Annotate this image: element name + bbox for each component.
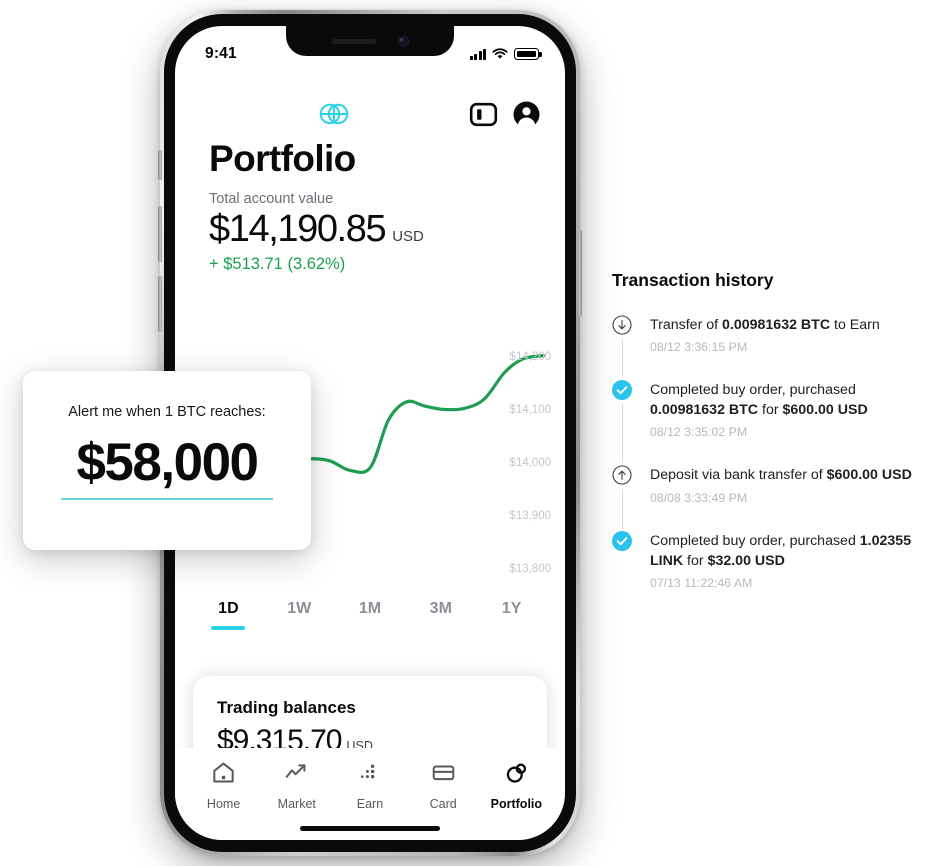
nav-item-card[interactable]: Card (407, 760, 479, 811)
wifi-icon (492, 48, 508, 59)
profile-avatar-icon[interactable] (512, 100, 541, 129)
dots-grid-icon (357, 760, 382, 790)
timeline-rail (621, 489, 623, 529)
arrow-down-circle-icon (612, 315, 632, 335)
timeline-rail (621, 339, 623, 379)
silent-switch[interactable] (158, 150, 162, 180)
transaction-history-title: Transaction history (612, 270, 774, 290)
total-account-value-label: Total account value (209, 191, 334, 207)
total-currency: USD (392, 228, 424, 245)
check-circle-icon (612, 530, 632, 551)
y-tick-0: $14,200 (509, 351, 551, 363)
transaction-history-panel: Transaction history Transfer of 0.009816… (612, 270, 932, 590)
range-tab-1y[interactable]: 1Y (476, 594, 547, 618)
brand-logo-icon (319, 103, 349, 125)
transaction-description: Transfer of 0.00981632 BTC to Earn (650, 317, 880, 333)
portfolio-header: Portfolio Total account value $14,190.85… (209, 138, 541, 274)
nav-label-portfolio: Portfolio (490, 797, 543, 811)
speaker-grille-icon (331, 38, 376, 44)
transaction-description: Completed buy order, purchased 1.02355 L… (650, 532, 912, 569)
status-icons (469, 48, 542, 60)
transaction-list: Transfer of 0.00981632 BTC to Earn 08/12 … (612, 315, 932, 590)
y-tick-4: $13,800 (509, 563, 551, 575)
nav-item-home[interactable]: Home (188, 760, 260, 811)
range-tab-1w[interactable]: 1W (264, 594, 335, 618)
credit-card-icon (431, 760, 456, 790)
transaction-item[interactable]: Completed buy order, purchased 1.02355 L… (612, 530, 932, 590)
trading-balances-title: Trading balances (217, 698, 356, 717)
home-indicator[interactable] (300, 826, 440, 831)
transaction-timestamp: 08/08 3:33:49 PM (650, 490, 748, 505)
transaction-item[interactable]: Transfer of 0.00981632 BTC to Earn 08/12 … (612, 315, 932, 379)
trend-arrow-icon (284, 760, 309, 790)
header-actions (469, 100, 541, 129)
transaction-timestamp: 07/13 11:22:46 AM (650, 575, 753, 590)
cellular-signal-icon (469, 48, 486, 60)
arrow-up-circle-icon (612, 465, 632, 486)
check-circle-icon (612, 380, 632, 401)
y-tick-2: $14,000 (509, 457, 551, 469)
transaction-timestamp: 08/12 3:36:15 PM (650, 340, 748, 355)
timeline-rail (621, 404, 623, 464)
page-title: Portfolio (209, 138, 356, 179)
transaction-description: Completed buy order, purchased 0.0098163… (650, 382, 868, 419)
nav-label-market: Market (277, 797, 316, 811)
nav-label-earn: Earn (356, 797, 384, 811)
app-header (175, 88, 565, 140)
screenshot-root: 9:41 Portfolio Total account value $14,1… (0, 0, 932, 866)
range-tab-1m[interactable]: 1M (335, 594, 406, 618)
account-change: + $513.71 (3.62%) (209, 255, 346, 273)
transaction-item[interactable]: Deposit via bank transfer of $600.00 USD… (612, 465, 932, 529)
y-tick-1: $14,100 (509, 404, 551, 416)
total-account-value-row: $14,190.85 USD (209, 208, 541, 251)
range-tab-3m[interactable]: 3M (405, 594, 476, 618)
front-camera-icon (397, 35, 409, 47)
portfolio-rings-icon (504, 760, 529, 790)
card-icon[interactable] (469, 100, 498, 129)
price-alert-input-wrap[interactable]: $58,000 (61, 436, 273, 500)
home-icon (211, 760, 236, 790)
price-alert-value[interactable]: $58,000 (61, 436, 273, 489)
nav-item-market[interactable]: Market (261, 760, 333, 811)
volume-down-button[interactable] (158, 276, 162, 332)
transaction-timestamp: 08/12 3:35:02 PM (650, 425, 748, 440)
nav-label-card: Card (429, 797, 457, 811)
transaction-description: Deposit via bank transfer of $600.00 USD (650, 467, 912, 484)
nav-item-earn[interactable]: Earn (334, 760, 406, 811)
y-tick-3: $13,900 (509, 510, 551, 522)
price-alert-underline (61, 498, 273, 500)
price-alert-question: Alert me when 1 BTC reaches: (68, 404, 266, 420)
transaction-item[interactable]: Completed buy order, purchased 0.0098163… (612, 380, 932, 464)
price-alert-card[interactable]: Alert me when 1 BTC reaches: $58,000 (23, 371, 311, 550)
nav-label-home: Home (206, 797, 241, 811)
notch (286, 26, 454, 56)
total-account-value: $14,190.85 (209, 208, 387, 250)
battery-icon (514, 48, 542, 60)
power-button[interactable] (578, 230, 582, 316)
volume-up-button[interactable] (158, 206, 162, 262)
nav-item-portfolio[interactable]: Portfolio (480, 760, 552, 811)
status-time: 9:41 (205, 45, 237, 62)
range-tab-1d[interactable]: 1D (193, 594, 264, 618)
time-range-tabs: 1D 1W 1M 3M 1Y (193, 594, 547, 646)
